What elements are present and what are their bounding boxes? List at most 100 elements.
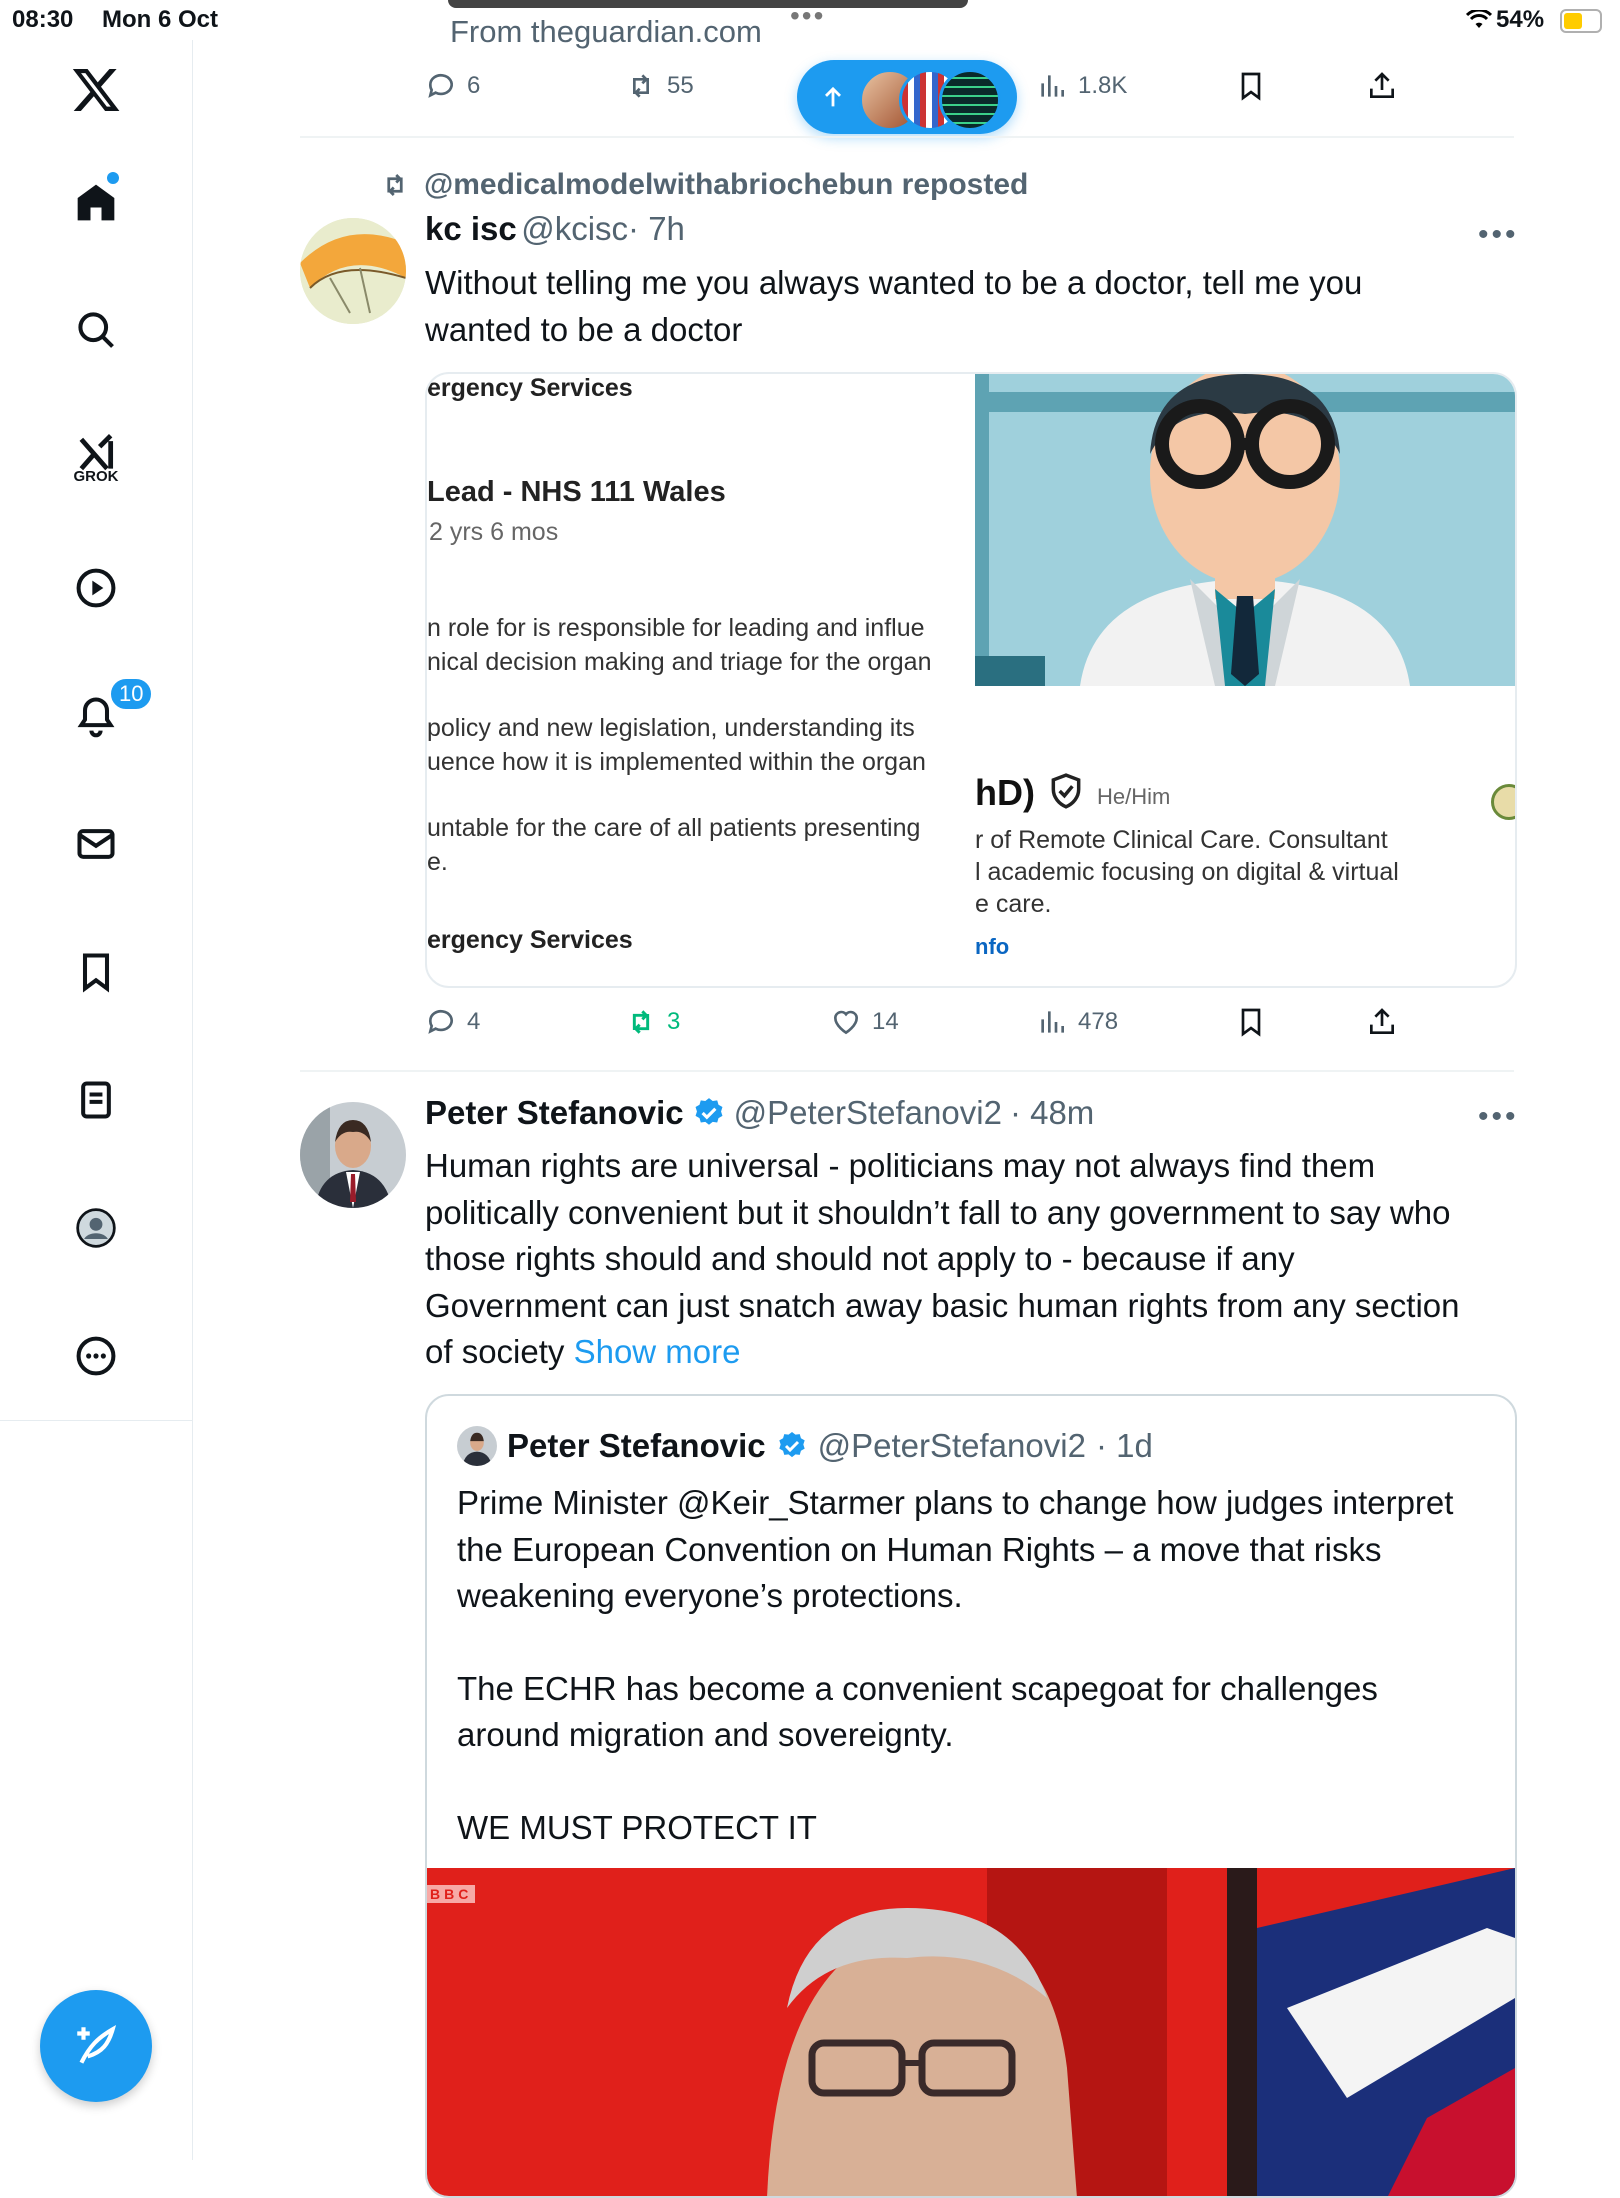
card-text: policy and new legislation, understandin… xyxy=(427,714,915,742)
card-text: ergency Services xyxy=(427,374,633,402)
card-text: nical decision making and triage for the… xyxy=(427,648,932,676)
crest-icon xyxy=(1491,784,1515,820)
quoted-tweet[interactable]: Peter Stefanovic @PeterStefanovi2 · 1d Pr… xyxy=(425,1394,1517,2198)
umbrella-avatar-image xyxy=(300,218,406,324)
nav-bookmarks[interactable] xyxy=(60,936,132,1008)
new-posts-pill[interactable] xyxy=(797,60,1017,134)
repost-button[interactable]: 3 xyxy=(625,1006,680,1038)
tweet-text-line: Human rights are universal - politicians… xyxy=(425,1147,1376,1184)
mail-icon xyxy=(77,829,115,859)
nav-home[interactable] xyxy=(60,166,132,238)
tweet-text-line: Government can just snatch away basic hu… xyxy=(425,1286,1460,1324)
tweet-media-image[interactable]: ergency Services Lead - NHS 111 Wales 2 … xyxy=(425,372,1517,988)
card-text: l academic focusing on digital & virtual xyxy=(975,858,1399,886)
quote-media-image[interactable] xyxy=(427,1868,1515,2198)
nav-profile[interactable] xyxy=(60,1192,132,1264)
views-chart-icon xyxy=(1041,1011,1064,1033)
nav-grok[interactable]: GROK xyxy=(60,418,132,490)
card-text: r of Remote Clinical Care. Consultant xyxy=(975,826,1388,854)
reply-icon xyxy=(428,1009,453,1034)
card-text: uence how it is implemented within the o… xyxy=(427,748,926,776)
tweet-text-line: wanted to be a doctor xyxy=(425,310,743,348)
quote-text-line: Prime Minister @Keir_Starmer plans to ch… xyxy=(457,1484,1454,1521)
tweet-text-line: politically convenient but it shouldn’t … xyxy=(425,1193,1451,1231)
bookmark-button[interactable] xyxy=(1235,70,1267,102)
profile-avatar-icon xyxy=(76,1208,116,1248)
card-text: He/Him xyxy=(1097,784,1171,809)
views-button[interactable]: 478 xyxy=(1036,1006,1118,1038)
tweet-time[interactable]: · 48m xyxy=(1010,1094,1094,1132)
nav-notifications[interactable]: 10 xyxy=(60,676,155,752)
author-name[interactable]: kc isc xyxy=(425,210,517,247)
nav-lists[interactable] xyxy=(60,1064,132,1136)
wifi-icon xyxy=(1466,10,1492,28)
avatar-photo xyxy=(300,1102,406,1208)
share-icon xyxy=(1370,1008,1394,1034)
avatar-peter-stefanovic[interactable] xyxy=(300,1102,406,1208)
compose-feather-icon xyxy=(77,2024,117,2064)
share-button[interactable] xyxy=(1366,70,1398,102)
tweet-text-line: Without telling me you always wanted to … xyxy=(425,264,1363,301)
nav-messages[interactable] xyxy=(60,808,132,880)
compose-button[interactable] xyxy=(40,1990,152,2102)
card-text: nfo xyxy=(975,934,1010,959)
arrow-up-icon xyxy=(825,86,841,107)
tweet-time[interactable]: · 7h xyxy=(628,210,685,247)
card-text: 2 yrs 6 mos xyxy=(429,518,559,546)
tweet-divider xyxy=(300,136,1514,138)
quote-text-line: WE MUST PROTECT IT xyxy=(457,1808,817,1846)
quote-author-handle: @PeterStefanovi2 xyxy=(817,1427,1086,1464)
views-count: 478 xyxy=(1078,1008,1119,1035)
reply-button[interactable]: 4 xyxy=(425,1006,480,1038)
repost-icon xyxy=(632,1010,650,1034)
avatar-photo xyxy=(457,1426,497,1466)
verified-badge-icon xyxy=(778,1432,805,1458)
x-logo-icon[interactable] xyxy=(60,54,132,126)
quote-text: Prime Minister @Keir_Starmer plans to ch… xyxy=(457,1480,1497,1851)
nav-explore[interactable] xyxy=(60,294,132,366)
show-more-link[interactable]: Show more xyxy=(574,1333,741,1370)
bookmark-button[interactable] xyxy=(1235,1006,1267,1038)
author-name[interactable]: Peter Stefanovic xyxy=(425,1094,684,1132)
verified-badge-icon xyxy=(695,1098,723,1125)
reply-button[interactable]: 6 xyxy=(425,70,480,102)
nav-video[interactable] xyxy=(60,552,132,624)
repost-icon xyxy=(633,74,649,98)
play-circle-icon xyxy=(76,568,116,608)
repost-count: 3 xyxy=(667,1008,681,1035)
quote-avatar xyxy=(457,1426,497,1466)
quote-text-line: weakening everyone’s protections. xyxy=(457,1577,963,1614)
card-text: ergency Services xyxy=(427,926,633,954)
tweet-text-line: of society xyxy=(425,1333,565,1370)
home-icon xyxy=(77,184,115,221)
bookmark-icon xyxy=(82,953,110,993)
avatar-kcisc[interactable] xyxy=(300,218,406,324)
sidebar-divider xyxy=(0,1420,192,1421)
status-time: 08:30 xyxy=(12,6,74,33)
author-handle[interactable]: @kcisc xyxy=(521,210,628,247)
card-text: hD) xyxy=(975,772,1035,813)
share-icon xyxy=(1370,72,1394,98)
tweet-more-icon[interactable]: ••• xyxy=(1478,1100,1519,1134)
battery-percent: 54% xyxy=(1496,6,1545,33)
reply-icon xyxy=(428,73,453,98)
author-handle[interactable]: @PeterStefanovi2 xyxy=(734,1094,1002,1132)
verified-shield-icon xyxy=(1051,773,1081,809)
quote-text-line: The ECHR has become a convenient scapego… xyxy=(457,1669,1378,1707)
nav-more[interactable] xyxy=(60,1320,132,1392)
doctor-illustration xyxy=(975,374,1515,686)
share-button[interactable] xyxy=(1366,1006,1398,1038)
repost-button[interactable]: 55 xyxy=(625,70,694,102)
search-icon xyxy=(78,312,114,348)
link-source[interactable]: From theguardian.com xyxy=(450,14,762,50)
reply-count: 6 xyxy=(467,72,481,99)
repost-label[interactable]: @medicalmodelwithabriochebun reposted xyxy=(424,168,1028,202)
status-date: Mon 6 Oct xyxy=(102,6,219,33)
quote-text-line: around migration and sovereignty. xyxy=(457,1716,954,1753)
card-text: n role for is responsible for leading an… xyxy=(427,614,925,642)
repost-count: 55 xyxy=(667,72,694,99)
tweet-more-icon[interactable]: ••• xyxy=(1478,218,1519,252)
views-button[interactable]: 1.8K xyxy=(1036,70,1127,102)
like-button[interactable]: 14 xyxy=(830,1006,899,1038)
repost-icon xyxy=(387,174,403,196)
